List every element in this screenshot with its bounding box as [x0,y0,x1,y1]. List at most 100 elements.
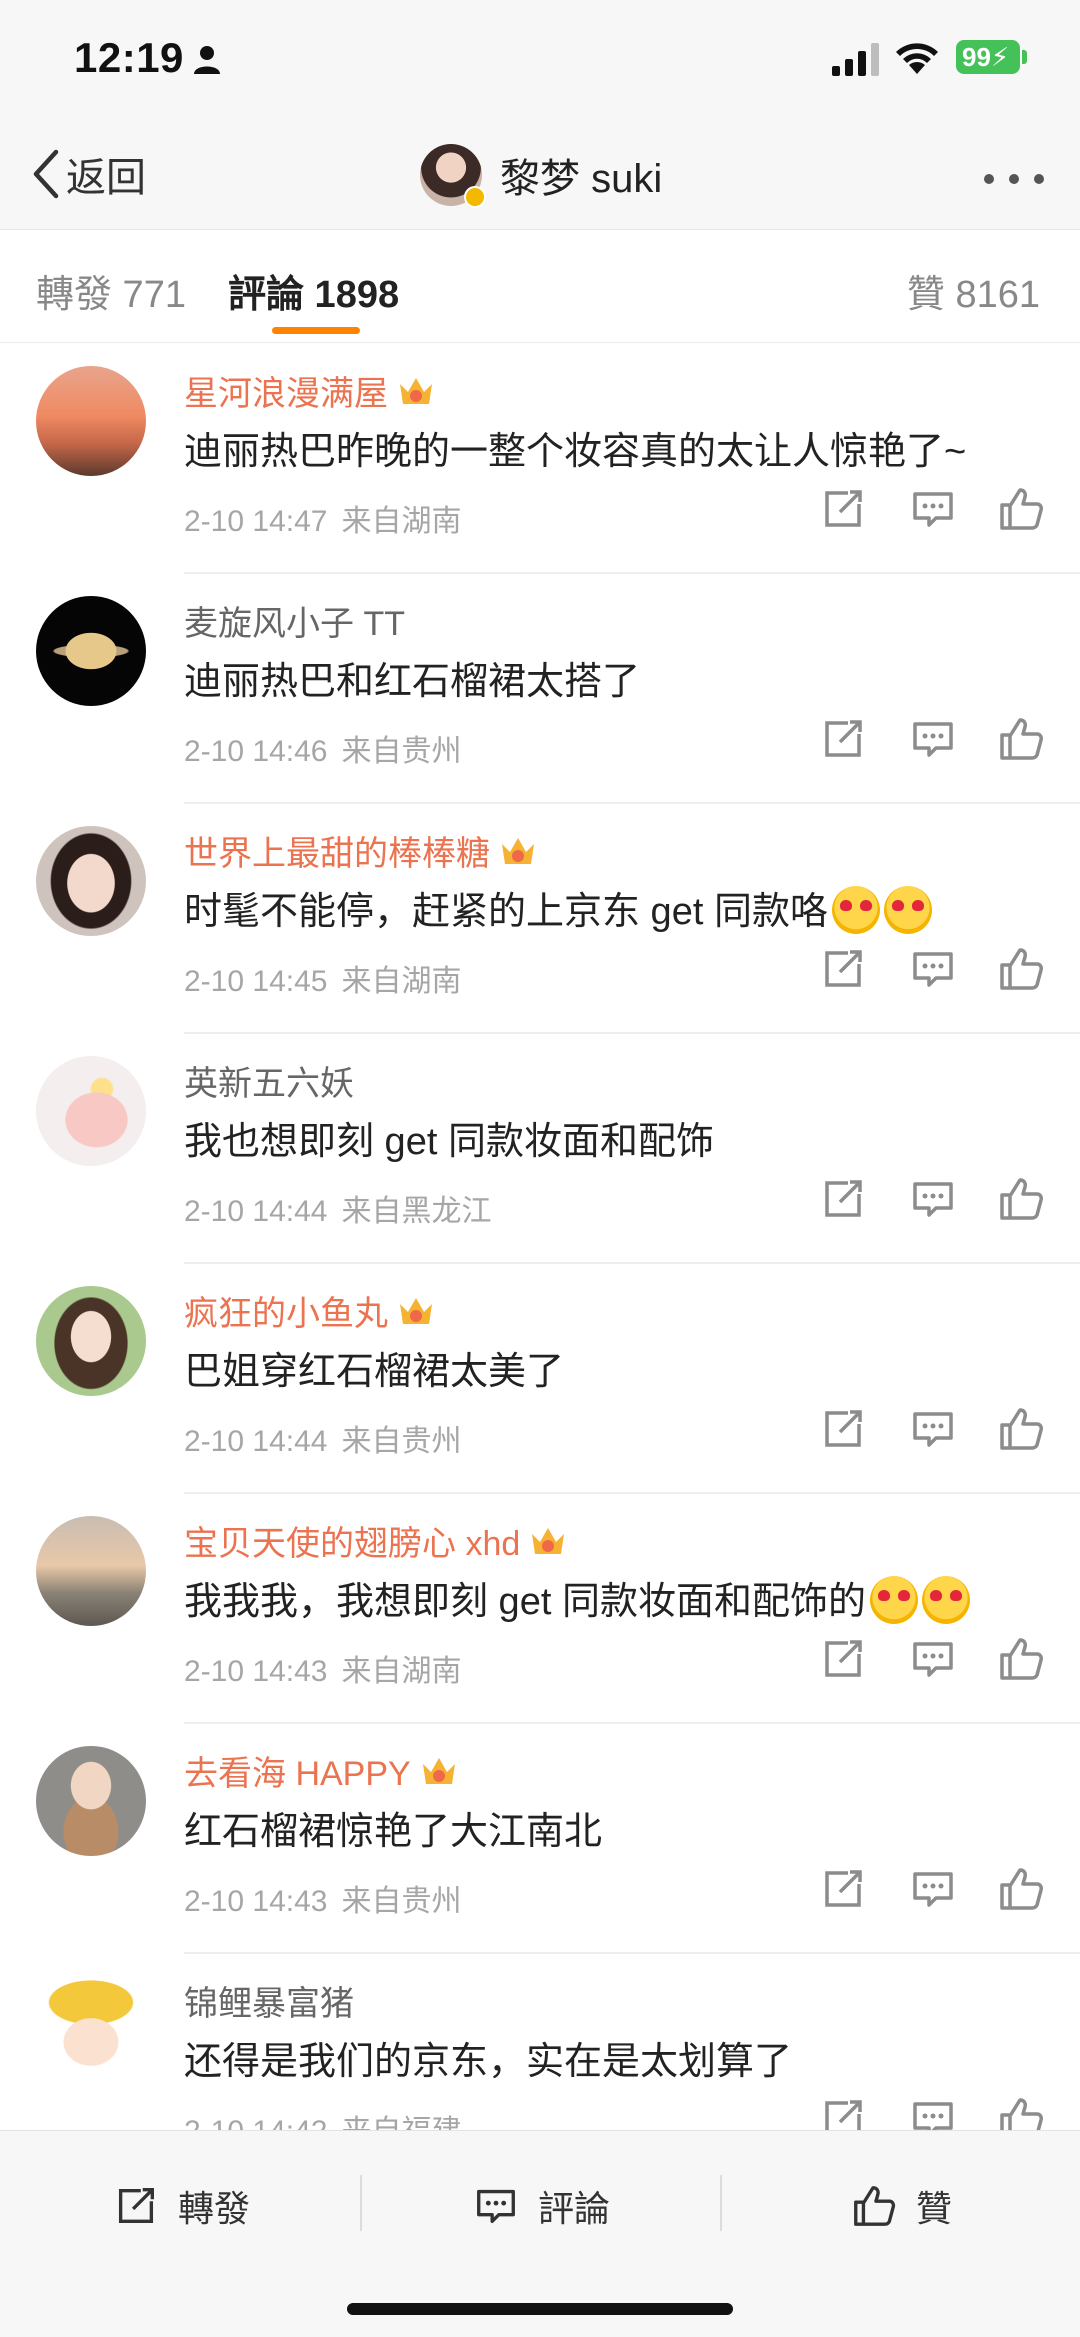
comment-icon[interactable] [908,1404,958,1454]
user-row: 去看海 HAPPY [184,1746,459,1794]
user-row: 疯狂的小鱼丸 [184,1286,436,1334]
emoji-icon [883,886,932,934]
comment-icon[interactable] [908,714,958,764]
repost-icon[interactable] [818,1864,868,1914]
thumbs-up-icon[interactable] [996,1174,1046,1224]
comment-text: 迪丽热巴和红石榴裙太搭了 [184,661,641,703]
avatar[interactable] [36,596,146,706]
comment-icon[interactable] [908,484,958,534]
repost-icon[interactable] [818,1634,868,1684]
wifi-icon [896,43,938,74]
repost-icon[interactable] [818,714,868,764]
status-bar: 12:19 99⚡ [0,0,1080,120]
comment-meta: 2-10 14:46 来自贵州 [184,726,461,770]
nav-user[interactable]: 黎梦 suki [420,140,662,210]
user-name[interactable]: 麦旋风小子 TT [184,596,405,645]
comment-text: 巴姐穿红石榴裙太美了 [184,1351,565,1393]
user-name[interactable]: 世界上最甜的棒棒糖 [184,826,490,875]
repost-icon[interactable] [818,2094,868,2130]
repost-icon[interactable] [818,1404,868,1454]
comment-time: 2-10 14:46 [184,735,328,768]
tab-repost[interactable]: 轉發 771 [36,263,186,318]
nav-bar: 返回 黎梦 suki [0,120,1080,230]
repost-button[interactable]: 轉發 [112,2171,250,2241]
vip-crown-icon [400,1298,432,1324]
user-row: 宝贝天使的翅膀心 xhd [184,1516,568,1564]
comment-item[interactable]: 麦旋风小子 TT 迪丽热巴和红石榴裙太搭了 2-10 14:46 来自贵州 [0,574,1080,804]
emoji-icon [921,1576,970,1624]
user-name[interactable]: 去看海 HAPPY [184,1746,411,1795]
comment-item[interactable]: 疯狂的小鱼丸 巴姐穿红石榴裙太美了 2-10 14:44 来自贵州 [0,1264,1080,1494]
emoji-icon [831,886,880,934]
comment-location: 来自黑龙江 [341,1195,492,1228]
comment-icon[interactable] [908,1634,958,1684]
comment-text: 迪丽热巴昨晚的一整个妆容真的太让人惊艳了~ [184,431,967,473]
repost-icon[interactable] [818,944,868,994]
battery-level: 99 [962,42,991,72]
user-name[interactable]: 宝贝天使的翅膀心 xhd [184,1516,520,1565]
avatar[interactable] [36,1056,146,1166]
user-row: 锦鲤暴富猪 [184,1976,354,2024]
comment-icon[interactable] [908,2094,958,2130]
thumbs-up-icon[interactable] [996,1404,1046,1454]
comment-item[interactable]: 英新五六妖 我也想即刻 get 同款妆面和配饰 2-10 14:44 来自黑龙江 [0,1034,1080,1264]
thumbs-up-icon[interactable] [996,1864,1046,1914]
comment-icon[interactable] [908,1174,958,1224]
comment-time: 2-10 14:47 [184,505,328,538]
thumbs-up-icon[interactable] [996,1634,1046,1684]
avatar[interactable] [36,1746,146,1856]
comment-time: 2-10 14:44 [184,1195,328,1228]
battery-tip [1022,50,1027,64]
thumbs-up-icon[interactable] [996,944,1046,994]
comment-meta: 2-10 14:43 来自湖南 [184,1646,461,1690]
tab-likes[interactable]: 贊 8161 [907,263,1040,318]
tab-comments[interactable]: 評論 1898 [228,263,399,318]
avatar[interactable] [420,144,486,208]
comment-location: 来自湖南 [341,505,462,538]
comment-text-content: 时髦不能停，赶紧的上京东 get 同款咯 [184,891,828,933]
user-name[interactable]: 疯狂的小鱼丸 [184,1286,388,1335]
user-name[interactable]: 星河浪漫满屋 [184,366,388,415]
avatar[interactable] [36,1516,146,1626]
comment-icon [477,2189,515,2224]
thumbs-up-icon[interactable] [996,714,1046,764]
vip-crown-icon [422,1758,455,1784]
back-button[interactable]: 返回 [28,142,146,206]
avatar[interactable] [36,366,146,476]
comment-meta: 2-10 14:45 来自湖南 [184,956,461,1000]
comment-item[interactable]: 宝贝天使的翅膀心 xhd 我我我，我想即刻 get 同款妆面和配饰的 2-10 … [0,1494,1080,1724]
comment-meta: 2-10 14:47 来自湖南 [184,496,461,540]
repost-icon[interactable] [818,484,868,534]
comment-list[interactable]: 星河浪漫满屋 迪丽热巴昨晚的一整个妆容真的太让人惊艳了~ 2-10 14:47 来… [0,344,1080,2130]
user-name[interactable]: 锦鲤暴富猪 [184,1976,354,2025]
divider [360,2175,362,2231]
like-button[interactable]: 贊 [850,2171,952,2241]
thumbs-up-icon[interactable] [996,484,1046,534]
avatar[interactable] [36,1976,146,2086]
like-label: 贊 [916,2188,953,2229]
thumbs-up-icon[interactable] [996,2094,1046,2130]
comment-icon[interactable] [908,1864,958,1914]
comment-button[interactable]: 評論 [472,2171,610,2241]
comment-item[interactable]: 世界上最甜的棒棒糖 时髦不能停，赶紧的上京东 get 同款咯 2-10 14:4… [0,804,1080,1034]
comment-icon[interactable] [908,944,958,994]
comment-meta: 2-10 14:44 来自黑龙江 [184,1186,491,1230]
comment-item[interactable]: 星河浪漫满屋 迪丽热巴昨晚的一整个妆容真的太让人惊艳了~ 2-10 14:47 来… [0,344,1080,574]
repost-icon[interactable] [818,1174,868,1224]
comment-time: 2-10 14:45 [184,965,328,998]
comment-item[interactable]: 锦鲤暴富猪 还得是我们的京东，实在是太划算了 2-10 14:42 来自福建 [0,1954,1080,2130]
more-icon[interactable] [982,172,1046,186]
comment-item[interactable]: 去看海 HAPPY 红石榴裙惊艳了大江南北 2-10 14:43 来自贵州 [0,1724,1080,1954]
avatar[interactable] [36,1286,146,1396]
avatar[interactable] [36,826,146,936]
home-indicator[interactable] [347,2303,733,2315]
comment-time: 2-10 14:42 [184,2115,327,2130]
comment-location: 来自湖南 [341,965,462,998]
comment-label: 評論 [538,2188,611,2229]
user-name[interactable]: 英新五六妖 [184,1056,354,1105]
thumbs-up-icon [854,2186,896,2226]
comment-text: 我也想即刻 get 同款妆面和配饰 [184,1121,714,1163]
comment-time: 2-10 14:43 [184,1655,328,1688]
emoji-icon [869,1576,918,1624]
comment-meta: 2-10 14:44 来自贵州 [184,1416,461,1460]
